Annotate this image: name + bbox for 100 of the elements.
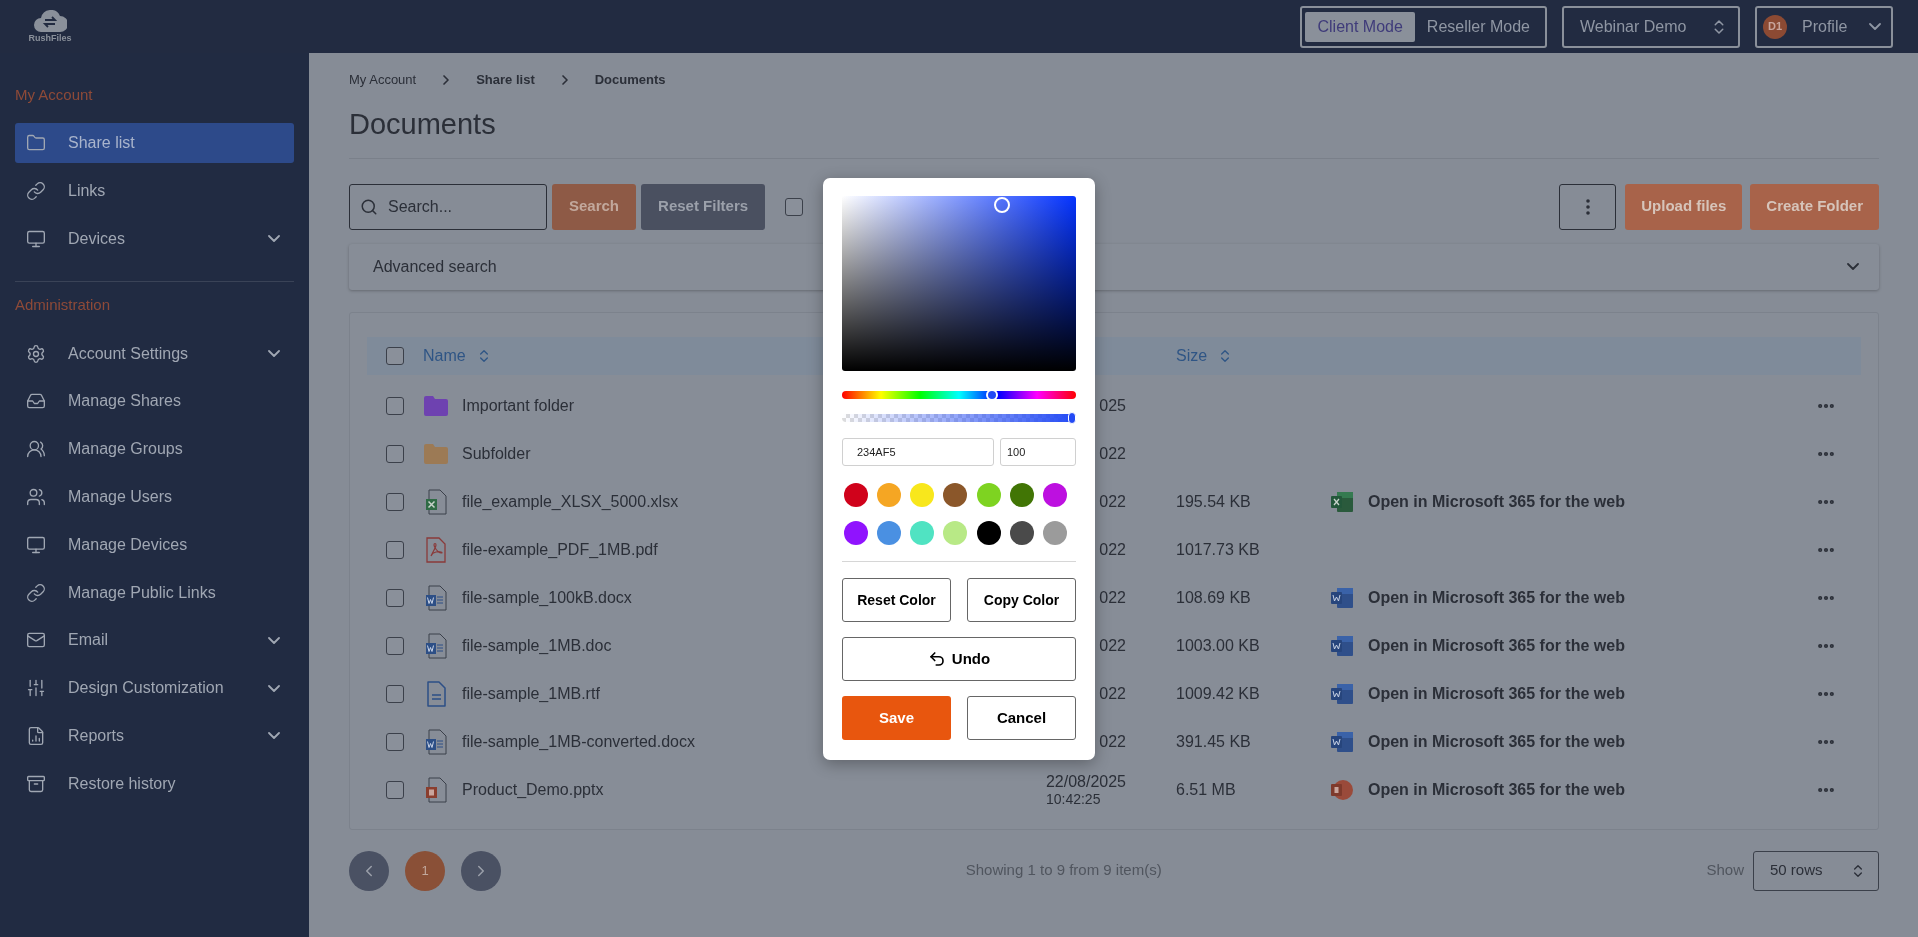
slider-thumb[interactable] (1068, 412, 1076, 424)
alpha-slider[interactable] (842, 414, 1076, 422)
sidebar-label: Links (68, 180, 107, 201)
file-name[interactable]: file-sample_100kB.docx (462, 585, 632, 610)
reset-filters-button[interactable]: Reset Filters (641, 183, 766, 230)
search-button[interactable]: Search (552, 183, 637, 230)
breadcrumb-link[interactable]: Documents (594, 70, 666, 90)
workspace-select[interactable]: Webinar Demo (1562, 5, 1740, 48)
color-swatch[interactable] (876, 483, 901, 507)
color-swatch[interactable] (876, 521, 901, 545)
color-swatch[interactable] (943, 521, 968, 545)
sidebar-item[interactable]: Reports (15, 715, 294, 756)
alpha-field[interactable]: 100 (1000, 438, 1076, 466)
cancel-button[interactable]: Cancel (967, 696, 1076, 740)
hue-slider[interactable] (842, 391, 1076, 399)
checkbox[interactable] (386, 346, 404, 365)
color-area[interactable] (842, 196, 1076, 371)
checkbox[interactable] (386, 636, 404, 655)
sidebar-label: Manage Groups (68, 439, 184, 460)
text-file-icon (425, 680, 447, 707)
open-online-link[interactable]: Open in Microsoft 365 for the web (1368, 633, 1625, 658)
copy-color-button[interactable]: Copy Color (967, 578, 1076, 622)
sidebar-item[interactable]: Devices (15, 218, 294, 259)
checkbox[interactable] (785, 197, 804, 216)
sidebar-item[interactable]: Email (15, 620, 294, 661)
search-field[interactable]: Search... (349, 183, 547, 230)
color-swatch[interactable] (943, 483, 968, 507)
hex-field[interactable]: 234AF5 (842, 438, 994, 466)
sidebar-item[interactable]: Manage Shares (15, 381, 294, 422)
checkbox[interactable] (386, 396, 404, 415)
page-button[interactable]: 1 (405, 850, 445, 891)
file-name[interactable]: file-sample_1MB-converted.docx (462, 729, 695, 754)
file-name[interactable]: file-sample_1MB.doc (462, 633, 612, 658)
create-folder-button[interactable]: Create Folder (1750, 183, 1879, 230)
sliders-icon (26, 678, 46, 699)
checkbox[interactable] (386, 492, 404, 511)
spreadsheet-file-icon (425, 488, 447, 515)
color-swatch[interactable] (843, 521, 868, 545)
sidebar-item[interactable]: Manage Devices (15, 524, 294, 565)
color-swatch[interactable] (976, 483, 1001, 507)
document-app-icon (1331, 731, 1353, 752)
open-online-link[interactable]: Open in Microsoft 365 for the web (1368, 729, 1625, 754)
color-swatch[interactable] (1010, 521, 1035, 545)
column-header[interactable]: Name (423, 343, 466, 368)
color-swatch[interactable] (1043, 483, 1068, 507)
color-swatch[interactable] (1043, 521, 1068, 545)
picker-handle[interactable] (994, 197, 1010, 213)
checkbox[interactable] (386, 780, 404, 799)
breadcrumb-link[interactable]: My Account (349, 70, 417, 90)
profile-menu[interactable]: D1 Profile (1755, 5, 1893, 48)
rows-select[interactable]: 50 rows (1753, 850, 1879, 891)
sidebar-item[interactable]: Design Customization (15, 668, 294, 709)
color-swatch[interactable] (1010, 483, 1035, 507)
file-name[interactable]: Important folder (462, 393, 575, 418)
checkbox[interactable] (386, 588, 404, 607)
file-name[interactable]: Subfolder (462, 441, 531, 466)
checkbox[interactable] (386, 444, 404, 463)
breadcrumb-link[interactable]: Share list (476, 70, 535, 90)
file-name[interactable]: file-sample_1MB.rtf (462, 681, 600, 706)
open-online-link[interactable]: Open in Microsoft 365 for the web (1368, 777, 1625, 802)
logo-text: RushFiles (28, 31, 72, 44)
checkbox[interactable] (386, 540, 404, 559)
sidebar-item[interactable]: Links (15, 170, 294, 211)
open-online-link[interactable]: Open in Microsoft 365 for the web (1368, 585, 1625, 610)
upload-button[interactable]: Upload files (1625, 183, 1743, 230)
next-page-button[interactable] (461, 850, 501, 891)
color-swatch[interactable] (976, 521, 1001, 545)
file-name[interactable]: file-example_PDF_1MB.pdf (462, 537, 658, 562)
save-button[interactable]: Save (842, 696, 951, 740)
sidebar-label: Email (68, 630, 109, 651)
sidebar-item[interactable]: Share list (15, 123, 294, 163)
monitor-icon (26, 228, 46, 249)
checkbox[interactable] (386, 684, 404, 703)
sidebar-item[interactable]: Restore history (15, 763, 294, 804)
file-name[interactable]: file_example_XLSX_5000.xlsx (462, 489, 679, 514)
reset-color-button[interactable]: Reset Color (842, 578, 951, 622)
sidebar-item[interactable]: Account Settings (15, 333, 294, 374)
checkbox[interactable] (386, 732, 404, 751)
color-swatch[interactable] (843, 483, 868, 507)
sidebar-label: Devices (68, 228, 126, 249)
color-swatch[interactable] (910, 521, 935, 545)
undo-button[interactable]: Undo (842, 637, 1076, 681)
open-online-link[interactable]: Open in Microsoft 365 for the web (1368, 489, 1625, 514)
more-button[interactable] (1559, 183, 1617, 230)
column-header[interactable]: Size (1176, 343, 1208, 368)
open-online-link[interactable]: Open in Microsoft 365 for the web (1368, 681, 1625, 706)
folder-icon (26, 133, 46, 153)
sidebar-item[interactable]: Manage Groups (15, 429, 294, 470)
sidebar-item[interactable]: Manage Users (15, 477, 294, 517)
previous-page-button[interactable] (349, 850, 389, 891)
time-text: 10:42:25 (1045, 790, 1101, 807)
slider-thumb[interactable] (985, 389, 998, 401)
color-swatch[interactable] (910, 483, 935, 507)
sidebar-item[interactable]: Manage Public Links (15, 572, 294, 613)
file-name[interactable]: Product_Demo.pptx (462, 777, 604, 802)
logo[interactable]: RushFiles (22, 9, 78, 44)
sidebar-label: Manage Users (68, 487, 174, 507)
avatar: D1 (1763, 14, 1787, 39)
mode-tab[interactable]: Client Mode (1305, 11, 1415, 42)
mode-tab[interactable]: Reseller Mode (1414, 11, 1542, 42)
